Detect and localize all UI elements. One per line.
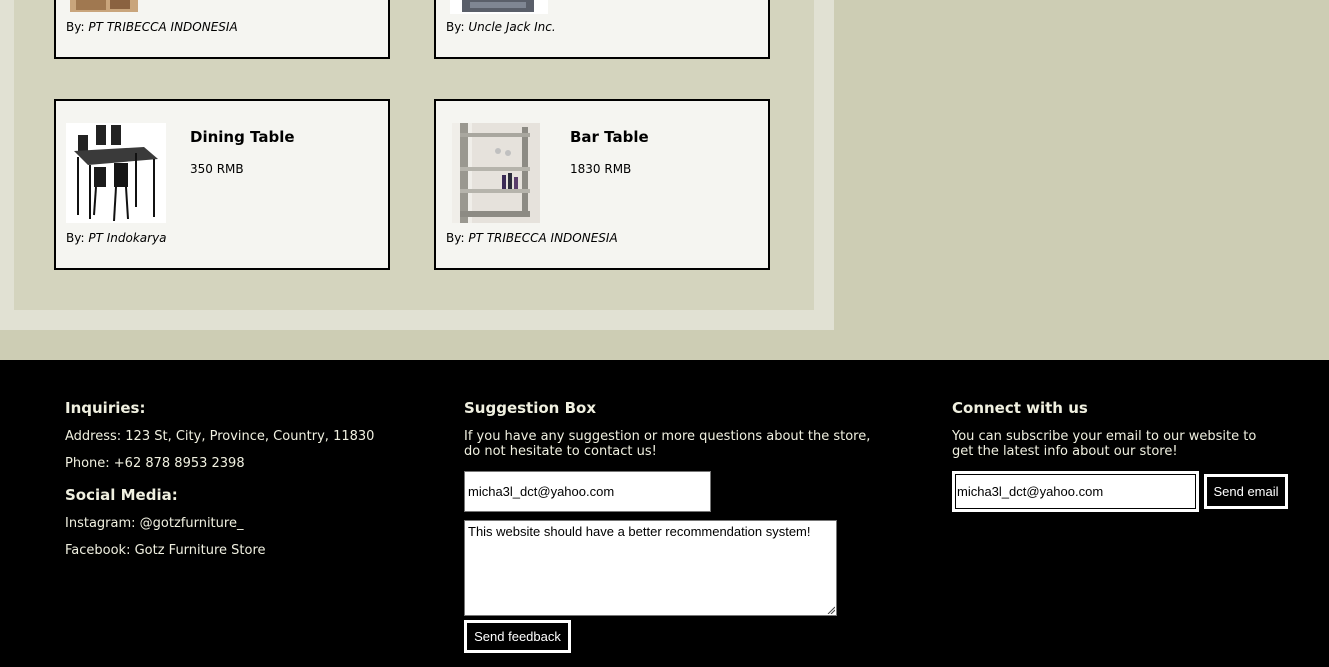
send-feedback-button[interactable]: Send feedback xyxy=(464,620,571,653)
resize-grip-icon[interactable] xyxy=(827,606,835,614)
phone-text: Phone: +62 878 8953 2398 xyxy=(65,456,245,471)
product-price: 1830 RMB xyxy=(570,162,632,176)
product-brand: By: PT TRIBECCA INDONESIA xyxy=(446,231,618,245)
product-name[interactable]: Bar Table xyxy=(570,128,649,146)
product-image-top-1[interactable] xyxy=(70,0,138,12)
product-brand-top-1: By: PT TRIBECCA INDONESIA xyxy=(66,20,238,34)
dining-table-image[interactable] xyxy=(66,123,166,223)
suggestion-text-line2: do not hesitate to contact us! xyxy=(464,444,657,459)
inquiries-heading: Inquiries: xyxy=(65,399,146,417)
product-card-dining-table[interactable]: Dining Table 350 RMB By: PT Indokarya xyxy=(54,99,390,270)
product-name[interactable]: Dining Table xyxy=(190,128,295,146)
suggestion-message-text: This website should have a better recomm… xyxy=(468,524,811,539)
social-media-heading: Social Media: xyxy=(65,486,178,504)
product-card-top-1[interactable]: By: PT TRIBECCA INDONESIA xyxy=(54,0,390,59)
instagram-text: Instagram: @gotzfurniture_ xyxy=(65,516,244,531)
address-text: Address: 123 St, City, Province, Country… xyxy=(65,429,375,444)
connect-text-line2: get the latest info about our store! xyxy=(952,444,1178,459)
bar-table-image[interactable] xyxy=(452,123,540,223)
send-email-button[interactable]: Send email xyxy=(1204,474,1288,509)
facebook-text: Facebook: Gotz Furniture Store xyxy=(65,543,266,558)
site-footer: Inquiries: Address: 123 St, City, Provin… xyxy=(0,360,1329,667)
suggestion-text-line1: If you have any suggestion or more quest… xyxy=(464,429,871,444)
connect-heading: Connect with us xyxy=(952,399,1088,417)
suggestion-message-textarea[interactable]: This website should have a better recomm… xyxy=(464,520,837,616)
connect-text-line1: You can subscribe your email to our webs… xyxy=(952,429,1257,444)
product-card-bar-table[interactable]: Bar Table 1830 RMB By: PT TRIBECCA INDON… xyxy=(434,99,770,270)
product-brand-top-2: By: Uncle Jack Inc. xyxy=(446,20,556,34)
suggestion-email-input[interactable]: micha3l_dct@yahoo.com xyxy=(464,471,711,512)
suggestion-box-heading: Suggestion Box xyxy=(464,399,596,417)
product-price: 350 RMB xyxy=(190,162,244,176)
product-card-top-2[interactable]: By: Uncle Jack Inc. xyxy=(434,0,770,59)
product-brand: By: PT Indokarya xyxy=(66,231,167,245)
subscribe-email-input[interactable]: micha3l_dct@yahoo.com xyxy=(952,471,1199,512)
product-image-top-2[interactable] xyxy=(450,0,548,14)
